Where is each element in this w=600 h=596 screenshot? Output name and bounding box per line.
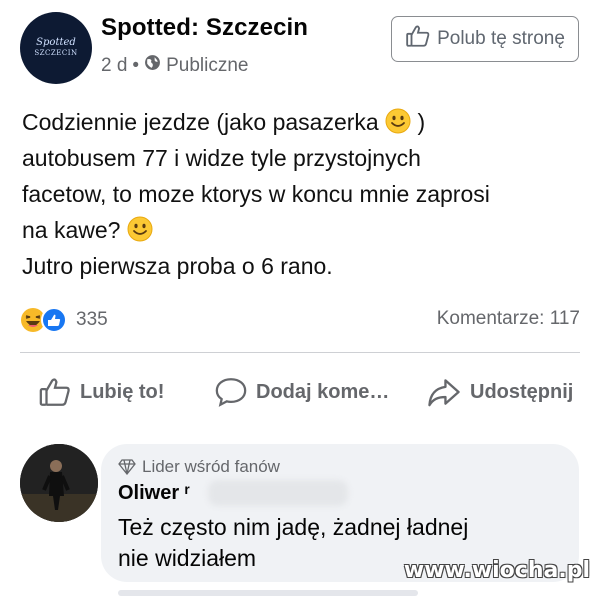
reactions-summary[interactable]: 335 <box>20 306 108 334</box>
smile-emoji <box>385 108 411 134</box>
like-button[interactable]: Lubię to! <box>38 370 164 414</box>
comment-button-label: Dodaj kome… <box>256 380 390 403</box>
like-page-label: Polub tę stronę <box>437 28 565 49</box>
haha-reaction-icon <box>21 307 67 333</box>
top-fan-label: Lider wśród fanów <box>142 457 280 476</box>
globe-icon <box>144 54 161 77</box>
top-fan-badge: Lider wśród fanów <box>118 457 280 477</box>
comment-author[interactable]: Oliwer ʳ <box>118 482 190 505</box>
page-avatar[interactable]: Spotted SZCZECIN <box>20 12 92 84</box>
like-reaction-icon <box>41 307 67 333</box>
thumbs-up-icon <box>39 378 70 406</box>
avatar-logo-subtext: SZCZECIN <box>34 49 78 57</box>
post-line-1: Codziennie jezdze (jako pasazerka <box>22 109 379 135</box>
like-page-button[interactable]: Polub tę stronę <box>391 16 579 62</box>
share-button-label: Udostępnij <box>470 380 574 403</box>
post-meta: 2 d • Publiczne <box>101 54 248 77</box>
post-body: Codziennie jezdze (jako pasazerka ) auto… <box>22 104 582 284</box>
commenter-avatar[interactable] <box>20 444 98 522</box>
post-line-3: facetow, to moze ktorys w koncu mnie zap… <box>22 181 490 207</box>
privacy-label: Publiczne <box>166 54 249 76</box>
share-button[interactable]: Udostępnij <box>426 370 573 414</box>
redacted-surname <box>208 480 348 506</box>
thumbs-up-icon <box>405 24 431 54</box>
stats-divider <box>20 352 580 353</box>
post-line-4: na kawe? <box>22 217 121 243</box>
smile-emoji <box>127 216 153 242</box>
meta-separator: • <box>132 54 140 76</box>
like-button-label: Lubię to! <box>80 380 165 403</box>
reactions-count: 335 <box>76 309 108 330</box>
comment-icon <box>215 378 247 407</box>
post-time[interactable]: 2 d <box>101 55 127 77</box>
diamond-badge-icon <box>118 459 136 475</box>
share-icon <box>428 379 460 407</box>
next-comment-hint <box>118 590 418 596</box>
post-line-1-end: ) <box>417 109 426 135</box>
post-line-2: autobusem 77 i widze tyle przystojnych <box>22 145 421 171</box>
watermark: www.wiocha.pl <box>403 558 590 583</box>
comment-button[interactable]: Dodaj kome… <box>214 370 389 414</box>
page-name-link[interactable]: Spotted: Szczecin <box>101 14 308 42</box>
post-line-5: Jutro pierwsza proba o 6 rano. <box>22 253 333 279</box>
avatar-logo-text: Spotted <box>36 37 76 48</box>
comments-count-link[interactable]: Komentarze: 117 <box>437 308 580 330</box>
comment-line-1: Też często nim jadę, żadnej ładnej <box>118 514 469 540</box>
